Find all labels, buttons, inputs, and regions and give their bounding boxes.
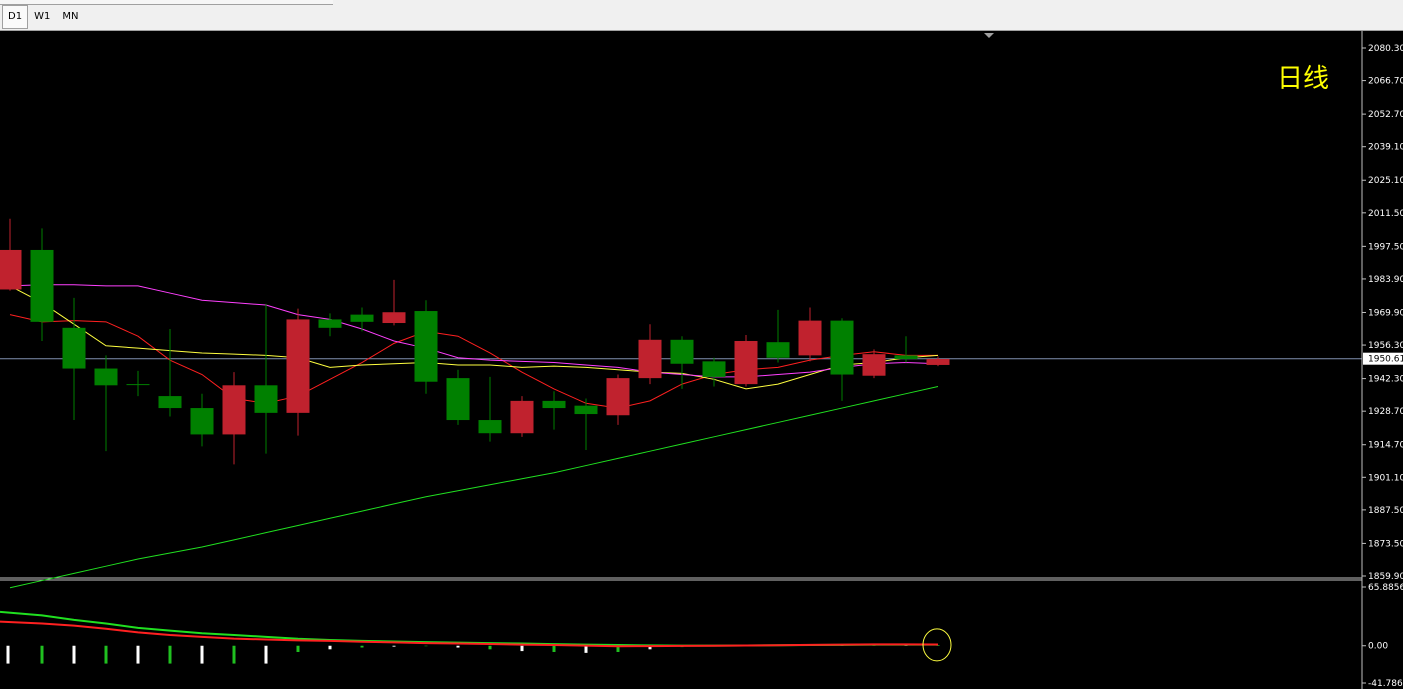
price-tick-label: 2052.70 [1368, 110, 1403, 120]
price-tick-label: 1983.90 [1368, 275, 1403, 285]
candle-body [766, 342, 790, 358]
candle-body [926, 358, 950, 365]
candle-body [702, 361, 726, 377]
candle-body [158, 396, 182, 409]
osc-tick-label: -41.7864 [1368, 679, 1403, 689]
price-tick-label: 1997.50 [1368, 242, 1403, 252]
price-tick-label: 1887.50 [1368, 506, 1403, 516]
price-tick-label: 1901.10 [1368, 473, 1403, 483]
candle-body [638, 339, 662, 379]
candle-body [574, 405, 598, 415]
candle-body [446, 378, 470, 421]
candle-body [286, 319, 310, 413]
candle-body [190, 408, 214, 435]
price-tick-label: 1942.30 [1368, 375, 1403, 385]
shift-marker-icon [984, 33, 994, 38]
candle-body [478, 420, 502, 434]
candle-body [222, 385, 246, 435]
price-tick-label: 1956.30 [1368, 341, 1403, 351]
price-tick-label: 2066.70 [1368, 77, 1403, 87]
price-tick-label: 2039.10 [1368, 143, 1403, 153]
osc-tick-label: 0.00 [1368, 642, 1388, 652]
candle-body [382, 312, 406, 324]
candle-body [734, 340, 758, 385]
price-tick-label: 1914.70 [1368, 441, 1403, 451]
candle-body [62, 327, 86, 369]
price-tick-label: 2011.50 [1368, 209, 1403, 219]
candle-body [30, 249, 54, 322]
moving-average-line [9, 386, 939, 589]
tab-mn[interactable]: MN [56, 5, 84, 29]
candle-body [254, 385, 278, 413]
candle-body [126, 384, 150, 386]
tab-d1[interactable]: D1 [2, 5, 29, 29]
candle-body [542, 400, 566, 409]
candle-body [606, 378, 630, 416]
price-tick-label: 1928.70 [1368, 407, 1403, 417]
main-pane [0, 33, 1362, 589]
candle-body [414, 311, 438, 382]
timeframe-toolbar: D1 W1 MN [0, 0, 1403, 31]
candle-body [670, 339, 694, 364]
candle-body [798, 320, 822, 356]
oscillator-pane [0, 610, 952, 664]
candle-body [350, 314, 374, 322]
tab-w1[interactable]: W1 [28, 5, 56, 29]
price-axis: 2080.30 2066.70 2052.70 2039.10 2025.10 2011.… [1361, 31, 1403, 689]
price-tick-label: 1969.90 [1368, 308, 1403, 318]
candle-body [862, 354, 886, 376]
price-tick-label: 2080.30 [1368, 44, 1403, 54]
candle-body [830, 320, 854, 375]
price-chart[interactable]: 2080.30 2066.70 2052.70 2039.10 2025.10 2011.… [0, 31, 1403, 689]
chart-period-label: 日线 [1277, 64, 1329, 94]
candle-body [510, 400, 534, 434]
candle-body [94, 368, 118, 386]
candle-body [0, 249, 22, 290]
price-tick-label: 2025.10 [1368, 176, 1403, 186]
current-price-label: 1950.61 [1368, 355, 1403, 365]
osc-tick-label: 65.8856 [1368, 583, 1403, 593]
candle-body [894, 355, 918, 359]
candle-body [318, 319, 342, 328]
price-tick-label: 1859.90 [1368, 572, 1403, 582]
osc-signal-line [0, 610, 939, 647]
price-tick-label: 1873.50 [1368, 539, 1403, 549]
